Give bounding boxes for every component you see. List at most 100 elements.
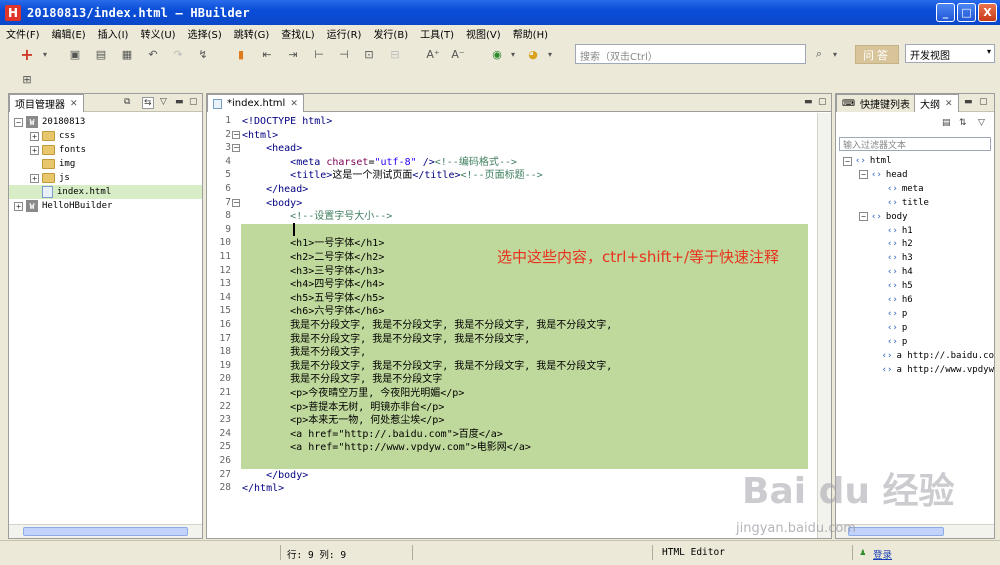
outline-item[interactable]: ‹› h6: [836, 293, 994, 307]
outline-collapse-icon[interactable]: ▤: [942, 118, 951, 128]
search-dropdown-icon[interactable]: ▾: [828, 47, 842, 61]
collapse-icon[interactable]: −: [843, 156, 852, 166]
redo-icon[interactable]: ↷: [171, 47, 185, 61]
code-line[interactable]: <body>: [242, 197, 302, 211]
tree-item-folder[interactable]: img: [9, 157, 202, 171]
code-line[interactable]: <meta charset="utf-8" /><!--编码格式-->: [242, 156, 517, 170]
collapse-icon[interactable]: −: [859, 212, 868, 222]
menu-item-11[interactable]: 帮助(H): [513, 26, 548, 41]
close-button[interactable]: X: [978, 3, 997, 22]
outline-item[interactable]: ‹› h1: [836, 224, 994, 238]
tab-shortcuts[interactable]: ⌨ 快捷键列表: [836, 94, 916, 112]
code-line[interactable]: 我是不分段文字, 我是不分段文字, 我是不分段文字, 我是不分段文字,: [242, 360, 612, 374]
close-tab-icon[interactable]: ✕: [290, 99, 298, 109]
outline-item[interactable]: ‹› title: [836, 196, 994, 210]
tree-item-folder[interactable]: + css: [9, 129, 202, 143]
view-mode-select[interactable]: 开发视图 ▾: [905, 44, 995, 63]
new-file-icon[interactable]: +: [20, 45, 34, 64]
goto-start-icon[interactable]: ⊢: [312, 47, 326, 61]
menu-item-3[interactable]: 转义(U): [140, 26, 175, 41]
outline-item[interactable]: ‹› p: [836, 335, 994, 349]
outline-item[interactable]: ‹› meta: [836, 182, 994, 196]
code-line[interactable]: <p>菩提本无树, 明镜亦非台</p>: [242, 401, 444, 415]
code-line[interactable]: <!--设置字号大小-->: [242, 210, 392, 224]
maximize-panel-icon[interactable]: ▢: [189, 97, 198, 107]
menu-item-7[interactable]: 运行(R): [327, 26, 362, 41]
qa-button[interactable]: 问答: [855, 45, 899, 64]
code-line[interactable]: <h5>五号字体</h5>: [242, 292, 384, 306]
font-smaller-icon[interactable]: A⁻: [451, 47, 465, 61]
close-tab-icon[interactable]: ✕: [945, 99, 953, 109]
goto-end-icon[interactable]: ⊣: [337, 47, 351, 61]
save-all-icon[interactable]: ▤: [94, 47, 108, 61]
fold-toggle-icon[interactable]: −: [232, 144, 240, 153]
code-line[interactable]: </html>: [242, 482, 284, 496]
outline-item[interactable]: ‹› h2: [836, 237, 994, 251]
expand-icon[interactable]: +: [14, 201, 23, 211]
comment-icon[interactable]: ⊡: [362, 47, 376, 61]
bookmark-icon[interactable]: ▮: [234, 47, 248, 61]
code-line[interactable]: <title>这是一个测试页面</title><!--页面标题-->: [242, 169, 542, 183]
maximize-panel-icon[interactable]: ▢: [818, 97, 827, 107]
scroll-thumb[interactable]: [848, 527, 944, 536]
collapse-all-icon[interactable]: ⧉: [124, 97, 130, 107]
collapse-icon[interactable]: −: [14, 117, 23, 127]
window-titlebar[interactable]: H 20180813/index.html — HBuilder _ □ X: [0, 0, 1000, 25]
code-line[interactable]: <h4>四号字体</h4>: [242, 278, 384, 292]
outline-item[interactable]: − ‹› head: [836, 168, 994, 182]
tree-item-folder[interactable]: + js: [9, 171, 202, 185]
tab-index-html[interactable]: *index.html ✕: [207, 94, 304, 112]
minimize-panel-icon[interactable]: ▬: [804, 97, 813, 107]
outline-filter-input[interactable]: 输入过滤器文本: [839, 137, 991, 151]
code-line[interactable]: <p>本来无一物, 何处惹尘埃</p>: [242, 414, 444, 428]
next-bookmark-icon[interactable]: ⇥: [286, 47, 300, 61]
fold-toggle-icon[interactable]: −: [232, 198, 240, 207]
task-icon[interactable]: ⊞: [20, 72, 34, 86]
outline-item[interactable]: ‹› h5: [836, 279, 994, 293]
expand-icon[interactable]: +: [30, 131, 39, 141]
code-line[interactable]: <h1>一号字体</h1>: [242, 237, 384, 251]
code-line[interactable]: 我是不分段文字,: [242, 346, 366, 360]
menu-item-6[interactable]: 查找(L): [281, 26, 314, 41]
code-line[interactable]: 我是不分段文字, 我是不分段文字: [242, 373, 442, 387]
code-line[interactable]: <p>今夜晴空万里, 今夜阳光明媚</p>: [242, 387, 464, 401]
sort-icon[interactable]: ⇅: [959, 118, 967, 128]
view-menu-icon[interactable]: ▽: [160, 97, 167, 107]
outline-item[interactable]: ‹› a http://www.vpdyw: [836, 363, 994, 377]
code-line[interactable]: <a href="http://.baidu.com">百度</a>: [242, 428, 503, 442]
code-line[interactable]: <!DOCTYPE html>: [242, 115, 332, 129]
tree-item-file[interactable]: index.html: [9, 185, 202, 199]
code-line[interactable]: </body>: [242, 469, 308, 483]
horizontal-scrollbar[interactable]: [836, 524, 994, 538]
fold-toggle-icon[interactable]: −: [232, 130, 240, 139]
tree-item-project[interactable]: − W 20180813: [9, 115, 202, 129]
browser-icon[interactable]: ◕: [526, 47, 540, 61]
outline-item[interactable]: ‹› a http://.baidu.co: [836, 349, 994, 363]
search-icon[interactable]: ⌕: [812, 47, 826, 61]
save-icon[interactable]: ▣: [68, 47, 82, 61]
undo-icon[interactable]: ↶: [146, 47, 160, 61]
collapse-icon[interactable]: −: [859, 170, 868, 180]
menu-item-10[interactable]: 视图(V): [466, 26, 501, 41]
outline-item[interactable]: ‹› p: [836, 307, 994, 321]
font-larger-icon[interactable]: A⁺: [426, 47, 440, 61]
view-menu-icon[interactable]: ▽: [978, 118, 985, 128]
outline-item[interactable]: ‹› h3: [836, 251, 994, 265]
code-line[interactable]: <h6>六号字体</h6>: [242, 305, 384, 319]
scroll-thumb[interactable]: [23, 527, 188, 536]
code-line[interactable]: <a href="http://www.vpdyw.com">电影网</a>: [242, 441, 531, 455]
maximize-button[interactable]: □: [957, 3, 976, 22]
maximize-panel-icon[interactable]: ▢: [979, 97, 988, 107]
minimize-panel-icon[interactable]: ▬: [175, 97, 184, 107]
menu-item-1[interactable]: 编辑(E): [52, 26, 86, 41]
menu-item-0[interactable]: 文件(F): [6, 26, 40, 41]
uncomment-icon[interactable]: ⊟: [388, 47, 402, 61]
run-icon[interactable]: ◉: [490, 47, 504, 61]
search-input[interactable]: 搜索（双击Ctrl）: [575, 44, 806, 64]
minimize-panel-icon[interactable]: ▬: [964, 97, 973, 107]
outline-item[interactable]: − ‹› html: [836, 154, 994, 168]
menu-item-9[interactable]: 工具(T): [420, 26, 454, 41]
browser-dropdown-icon[interactable]: ▾: [543, 47, 557, 61]
menu-item-8[interactable]: 发行(B): [373, 26, 408, 41]
outline-item[interactable]: ‹› h4: [836, 265, 994, 279]
